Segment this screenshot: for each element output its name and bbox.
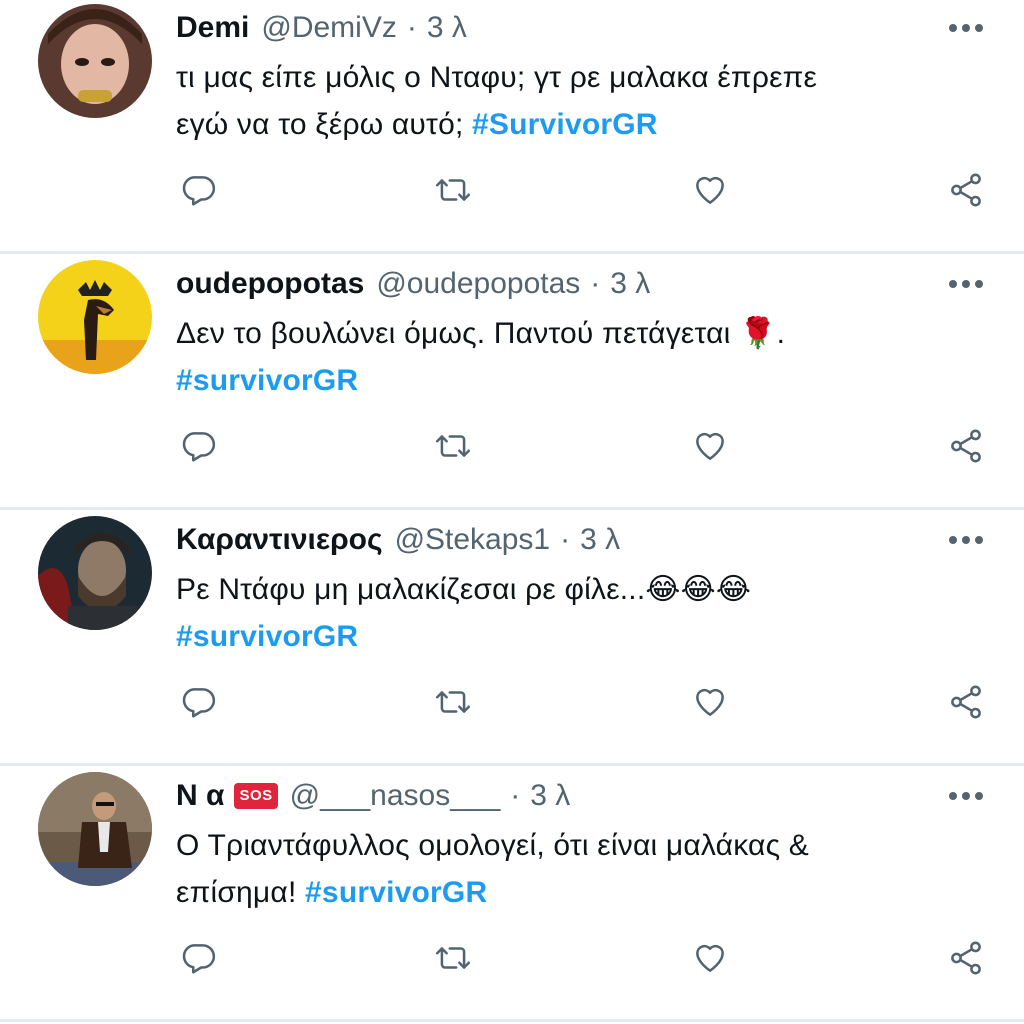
tweet-text-end: . (776, 317, 786, 350)
tweet-text-line: εγώ να το ξέρω αυτό; (176, 108, 473, 141)
tweet-actions (176, 936, 992, 980)
user-handle[interactable]: @oudepopotas (376, 262, 580, 306)
divider (0, 251, 1024, 254)
tweet-header: Demi @DemiVz · 3 λ (176, 6, 467, 50)
tweet-text-line: Δεν το βουλώνει όμως. Παντού πετάγεται (176, 317, 740, 350)
hashtag-link[interactable]: #SurvivorGR (472, 108, 658, 141)
tweet-actions (176, 424, 992, 468)
more-options-icon[interactable] (948, 778, 984, 814)
tweet[interactable]: Ν α SOS @___nasos___ · 3 λ Ο Τριαντάφυλλ… (0, 768, 1024, 1022)
more-options-icon[interactable] (948, 522, 984, 558)
retweet-icon[interactable] (431, 424, 475, 468)
more-options-icon[interactable] (948, 266, 984, 302)
display-name[interactable]: Καραντινιερος (176, 518, 383, 562)
user-handle[interactable]: @DemiVz (261, 6, 396, 50)
sos-badge: SOS (234, 783, 278, 809)
divider (0, 1019, 1024, 1022)
tweet-text: Ρε Ντάφυ μη μαλακίζεσαι ρε φίλε...😂😂😂 #s… (176, 566, 976, 660)
heart-icon[interactable] (688, 936, 732, 980)
reply-icon[interactable] (176, 168, 220, 212)
reply-icon[interactable] (176, 936, 220, 980)
tweet[interactable]: Demi @DemiVz · 3 λ τι μας είπε μόλις ο Ν… (0, 0, 1024, 254)
user-handle[interactable]: @Stekaps1 (395, 518, 551, 562)
hashtag-link[interactable]: #survivorGR (305, 876, 487, 909)
hashtag-link[interactable]: #survivorGR (176, 364, 358, 397)
rose-emoji: 🌹 (739, 317, 777, 350)
tweet-actions (176, 680, 992, 724)
divider (0, 507, 1024, 510)
reply-icon[interactable] (176, 424, 220, 468)
retweet-icon[interactable] (431, 168, 475, 212)
retweet-icon[interactable] (431, 680, 475, 724)
avatar[interactable] (38, 4, 152, 118)
laughing-emoji: 😂😂😂 (645, 573, 752, 606)
display-name[interactable]: Ν α (176, 774, 224, 818)
tweet-text-line: Ο Τριαντάφυλλος ομολογεί, ότι είναι μαλά… (176, 829, 809, 862)
share-icon[interactable] (944, 680, 988, 724)
heart-icon[interactable] (688, 168, 732, 212)
reply-icon[interactable] (176, 680, 220, 724)
more-options-icon[interactable] (948, 10, 984, 46)
share-icon[interactable] (944, 424, 988, 468)
tweet-feed: Demi @DemiVz · 3 λ τι μας είπε μόλις ο Ν… (0, 0, 1024, 1024)
heart-icon[interactable] (688, 680, 732, 724)
tweet-text-line: τι μας είπε μόλις ο Νταφυ; γτ ρε μαλακα … (176, 61, 818, 94)
tweet-header: Καραντινιερος @Stekaps1 · 3 λ (176, 518, 620, 562)
tweet-header: Ν α SOS @___nasos___ · 3 λ (176, 774, 570, 818)
retweet-icon[interactable] (431, 936, 475, 980)
user-handle[interactable]: @___nasos___ (290, 774, 501, 818)
tweet-actions (176, 168, 992, 212)
tweet[interactable]: oudepopotas @oudepopotas · 3 λ Δεν το βο… (0, 256, 1024, 510)
tweet-header: oudepopotas @oudepopotas · 3 λ (176, 262, 650, 306)
tweet-text-line: Ρε Ντάφυ μη μαλακίζεσαι ρε φίλε... (176, 573, 646, 606)
tweet-text: Δεν το βουλώνει όμως. Παντού πετάγεται 🌹… (176, 310, 976, 404)
separator-dot: · (560, 523, 571, 556)
timestamp[interactable]: 3 λ (610, 262, 650, 306)
tweet-text: Ο Τριαντάφυλλος ομολογεί, ότι είναι μαλά… (176, 822, 976, 916)
separator-dot: · (406, 11, 417, 44)
timestamp[interactable]: 3 λ (427, 6, 467, 50)
heart-icon[interactable] (688, 424, 732, 468)
hashtag-link[interactable]: #survivorGR (176, 620, 358, 653)
avatar[interactable] (38, 772, 152, 886)
display-name[interactable]: Demi (176, 6, 249, 50)
tweet-text-line: επίσημα! (176, 876, 306, 909)
divider (0, 763, 1024, 766)
display-name[interactable]: oudepopotas (176, 262, 364, 306)
share-icon[interactable] (944, 936, 988, 980)
timestamp[interactable]: 3 λ (530, 774, 570, 818)
avatar[interactable] (38, 516, 152, 630)
tweet-text: τι μας είπε μόλις ο Νταφυ; γτ ρε μαλακα … (176, 54, 976, 148)
separator-dot: · (510, 779, 521, 812)
tweet[interactable]: Καραντινιερος @Stekaps1 · 3 λ Ρε Ντάφυ μ… (0, 512, 1024, 766)
share-icon[interactable] (944, 168, 988, 212)
timestamp[interactable]: 3 λ (580, 518, 620, 562)
avatar[interactable] (38, 260, 152, 374)
separator-dot: · (590, 267, 601, 300)
